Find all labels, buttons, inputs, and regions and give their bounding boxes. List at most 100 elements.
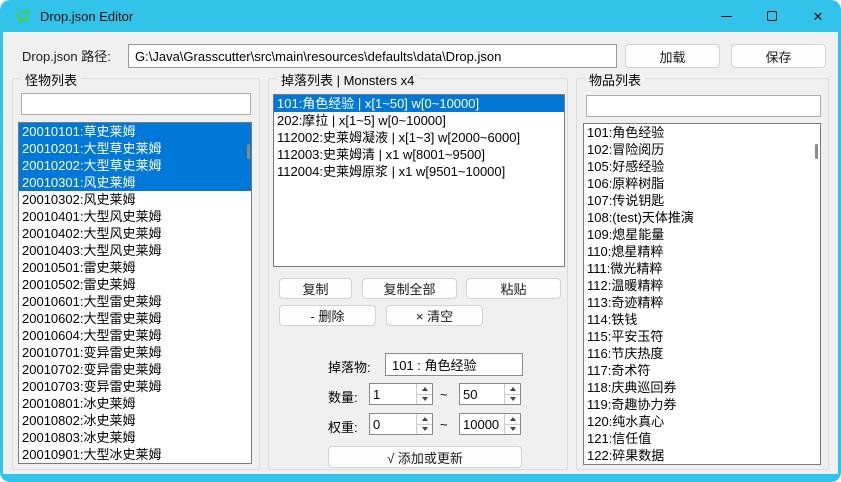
monster-scrollbar-thumb[interactable] — [247, 144, 250, 159]
count-max-stepper[interactable] — [459, 383, 521, 405]
list-item[interactable]: 101:角色经验 — [584, 124, 820, 141]
chevron-down-icon — [422, 427, 428, 431]
list-item[interactable]: 20010703:变异雷史莱姆 — [19, 378, 251, 395]
list-item[interactable]: 107:传说钥匙 — [584, 192, 820, 209]
delete-button[interactable]: - 删除 — [279, 305, 376, 326]
list-item[interactable]: 113:奇迹精粹 — [584, 294, 820, 311]
weight-min-stepper[interactable] — [369, 413, 433, 435]
list-item[interactable]: 20010501:雷史莱姆 — [19, 259, 251, 276]
weight-max-down-button[interactable] — [505, 424, 520, 435]
close-icon: ✕ — [813, 10, 824, 23]
count-label: 数量: — [328, 387, 358, 406]
list-item[interactable]: 108:(test)天体推演 — [584, 209, 820, 226]
list-item[interactable]: 105:好感经验 — [584, 158, 820, 175]
count-min-stepper[interactable] — [369, 383, 433, 405]
save-button[interactable]: 保存 — [731, 44, 826, 68]
weight-max-input[interactable] — [460, 414, 504, 434]
monster-listbox[interactable]: 20010101:草史莱姆20010201:大型草史莱姆20010202:大型草… — [18, 122, 252, 464]
count-min-down-button[interactable] — [417, 394, 432, 405]
chevron-up-icon — [422, 417, 428, 421]
list-item[interactable]: 116:节庆热度 — [584, 345, 820, 362]
drop-listbox[interactable]: 101:角色经验 | x[1~50] w[0~10000]202:摩拉 | x[… — [273, 94, 565, 267]
weight-max-up-button[interactable] — [505, 414, 520, 424]
list-item[interactable]: 20010201:大型草史莱姆 — [19, 140, 251, 157]
list-item[interactable]: 101:角色经验 | x[1~50] w[0~10000] — [274, 95, 564, 112]
minimize-icon — [721, 16, 732, 17]
copy-button[interactable]: 复制 — [279, 278, 352, 299]
list-item[interactable]: 106:原粹树脂 — [584, 175, 820, 192]
chevron-up-icon — [510, 387, 516, 391]
list-item[interactable]: 20010301:风史莱姆 — [19, 174, 251, 191]
drop-item-input[interactable] — [385, 353, 523, 376]
list-item[interactable]: 112003:史莱姆清 | x1 w[8001~9500] — [274, 146, 564, 163]
list-item[interactable]: 112002:史莱姆凝液 | x[1~3] w[2000~6000] — [274, 129, 564, 146]
list-item[interactable]: 115:平安玉符 — [584, 328, 820, 345]
list-item[interactable]: 114:铁钱 — [584, 311, 820, 328]
list-item[interactable]: 122:碎果数据 — [584, 447, 820, 464]
add-or-update-button[interactable]: √ 添加或更新 — [328, 446, 522, 468]
titlebar[interactable]: Drop.json Editor ✕ — [0, 0, 841, 32]
list-item[interactable]: 111:微光精粹 — [584, 260, 820, 277]
list-item[interactable]: 20010604:大型雷史莱姆 — [19, 327, 251, 344]
list-item[interactable]: 109:熄星能量 — [584, 226, 820, 243]
paste-button[interactable]: 粘贴 — [466, 278, 561, 299]
list-item[interactable]: 20010803:冰史莱姆 — [19, 429, 251, 446]
chevron-down-icon — [422, 397, 428, 401]
list-item[interactable]: 20010401:大型风史莱姆 — [19, 208, 251, 225]
count-max-up-button[interactable] — [505, 384, 520, 394]
drop-list-panel: 掉落列表 | Monsters x4 101:角色经验 | x[1~50] w[… — [268, 78, 568, 470]
item-listbox[interactable]: 101:角色经验102:冒险阅历105:好感经验106:原粹树脂107:传说钥匙… — [583, 123, 821, 465]
client-area: Drop.json 路径: 加载 保存 怪物列表 20010101:草史莱姆20… — [3, 32, 838, 474]
count-tilde: ~ — [440, 387, 448, 402]
monster-list-panel: 怪物列表 20010101:草史莱姆20010201:大型草史莱姆2001020… — [12, 78, 260, 470]
weight-max-stepper[interactable] — [459, 413, 521, 435]
list-item[interactable]: 202:摩拉 | x[1~5] w[0~10000] — [274, 112, 564, 129]
weight-label: 权重: — [328, 417, 358, 436]
count-min-input[interactable] — [370, 384, 416, 404]
list-item[interactable]: 120:纯水真心 — [584, 413, 820, 430]
count-min-up-button[interactable] — [417, 384, 432, 394]
list-item[interactable]: 20010802:冰史莱姆 — [19, 412, 251, 429]
list-item[interactable]: 20010701:变异雷史莱姆 — [19, 344, 251, 361]
path-input[interactable] — [128, 44, 617, 68]
monster-filter-input[interactable] — [21, 93, 251, 115]
chevron-up-icon — [422, 387, 428, 391]
weight-min-down-button[interactable] — [417, 424, 432, 435]
item-filter-input[interactable] — [586, 95, 821, 117]
list-item[interactable]: 121:信任值 — [584, 430, 820, 447]
list-item[interactable]: 20010601:大型雷史莱姆 — [19, 293, 251, 310]
weight-min-input[interactable] — [370, 414, 416, 434]
list-item[interactable]: 112:温暖精粹 — [584, 277, 820, 294]
list-item[interactable]: 20010801:冰史莱姆 — [19, 395, 251, 412]
chevron-up-icon — [510, 417, 516, 421]
maximize-button[interactable] — [749, 0, 795, 32]
drop-item-label: 掉落物: — [328, 357, 371, 376]
list-item[interactable]: 112004:史莱姆原浆 | x1 w[9501~10000] — [274, 163, 564, 180]
list-item[interactable]: 20010502:雷史莱姆 — [19, 276, 251, 293]
count-max-input[interactable] — [460, 384, 504, 404]
item-scrollbar-thumb[interactable] — [815, 144, 818, 159]
list-item[interactable]: 119:奇趣协力券 — [584, 396, 820, 413]
list-item[interactable]: 20010702:变异雷史莱姆 — [19, 361, 251, 378]
list-item[interactable]: 117:奇术符 — [584, 362, 820, 379]
weight-tilde: ~ — [440, 417, 448, 432]
monster-panel-title: 怪物列表 — [21, 70, 81, 89]
count-max-down-button[interactable] — [505, 394, 520, 405]
close-button[interactable]: ✕ — [795, 0, 841, 32]
list-item[interactable]: 20010901:大型冰史莱姆 — [19, 446, 251, 463]
list-item[interactable]: 118:庆典巡回券 — [584, 379, 820, 396]
copy-all-button[interactable]: 复制全部 — [362, 278, 457, 299]
list-item[interactable]: 20010302:风史莱姆 — [19, 191, 251, 208]
load-button[interactable]: 加载 — [625, 44, 720, 68]
path-label: Drop.json 路径: — [22, 46, 111, 68]
clear-button[interactable]: × 清空 — [386, 305, 483, 326]
list-item[interactable]: 20010202:大型草史莱姆 — [19, 157, 251, 174]
list-item[interactable]: 20010602:大型雷史莱姆 — [19, 310, 251, 327]
list-item[interactable]: 20010101:草史莱姆 — [19, 123, 251, 140]
weight-min-up-button[interactable] — [417, 414, 432, 424]
list-item[interactable]: 110:熄星精粹 — [584, 243, 820, 260]
minimize-button[interactable] — [703, 0, 749, 32]
list-item[interactable]: 20010403:大型风史莱姆 — [19, 242, 251, 259]
list-item[interactable]: 20010402:大型风史莱姆 — [19, 225, 251, 242]
list-item[interactable]: 102:冒险阅历 — [584, 141, 820, 158]
